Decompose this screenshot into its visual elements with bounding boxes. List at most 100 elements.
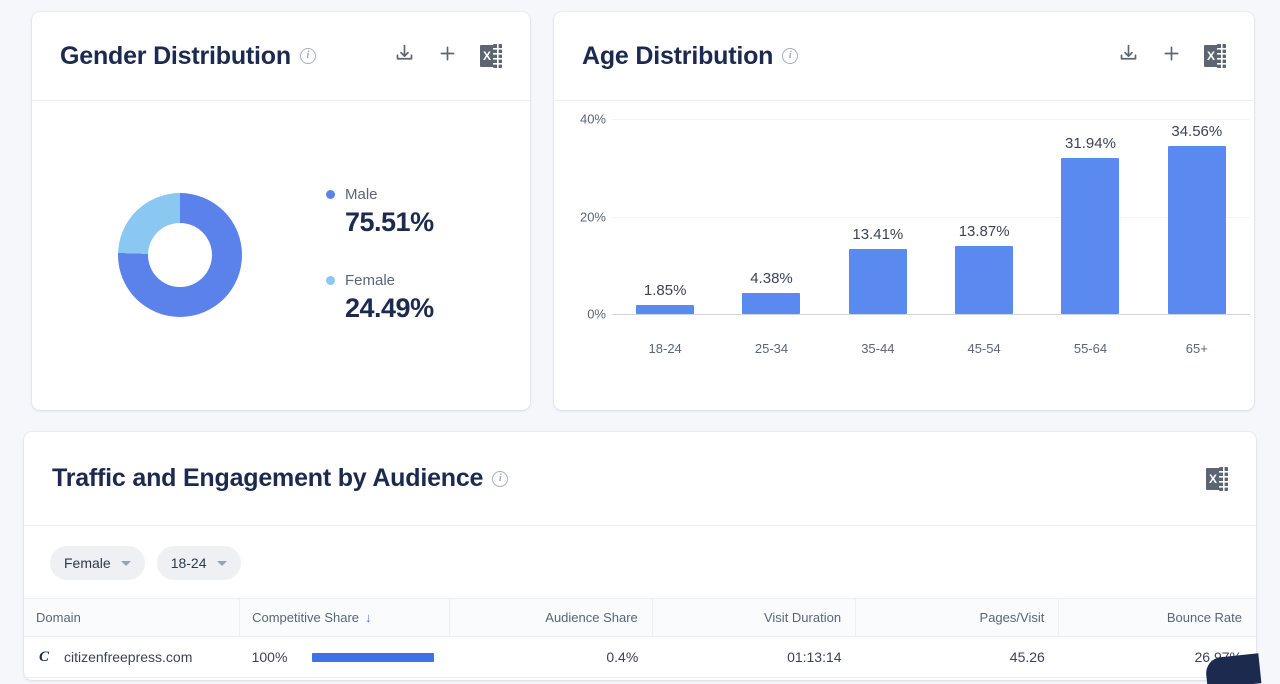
excel-export-icon[interactable]: X bbox=[480, 44, 502, 68]
competitive-share-value: 100% bbox=[252, 649, 294, 665]
column-header-label: Competitive Share bbox=[252, 610, 359, 625]
excel-x-glyph: X bbox=[1206, 468, 1220, 490]
legend-value-male: 75.51% bbox=[345, 207, 434, 238]
bar-column: 31.94% bbox=[1037, 119, 1143, 314]
gender-chart-body: Male 75.51% Female 24.49% bbox=[32, 101, 530, 409]
bar-column: 34.56% bbox=[1144, 119, 1250, 314]
bar[interactable] bbox=[636, 305, 694, 314]
sort-descending-icon[interactable]: ↓ bbox=[365, 610, 372, 625]
dashboard-page: Gender Distribution i X bbox=[0, 0, 1280, 684]
chevron-down-icon bbox=[217, 561, 227, 566]
bar-value-label: 34.56% bbox=[1171, 123, 1222, 140]
plus-icon[interactable] bbox=[1161, 43, 1182, 69]
favicon-icon: C bbox=[36, 649, 52, 665]
traffic-card-actions: X bbox=[1206, 467, 1228, 491]
column-header-bounce_rate[interactable]: Bounce Rate bbox=[1059, 599, 1256, 637]
y-axis-tick: 40% bbox=[560, 112, 606, 127]
bar-column: 13.87% bbox=[931, 119, 1037, 314]
column-header-label: Audience Share bbox=[545, 610, 638, 625]
x-axis-tick: 25-34 bbox=[718, 341, 824, 356]
x-axis-tick: 45-54 bbox=[931, 341, 1037, 356]
column-header-pages_visit[interactable]: Pages/Visit bbox=[856, 599, 1059, 637]
x-axis-labels: 18-2425-3435-4445-5455-6465+ bbox=[612, 341, 1250, 356]
cell-domain: Ccitizenfreepress.com bbox=[24, 637, 240, 678]
gender-donut-chart bbox=[118, 193, 242, 317]
cell-pages-visit: 45.26 bbox=[856, 637, 1059, 678]
bar-value-label: 13.87% bbox=[959, 223, 1010, 240]
plus-icon[interactable] bbox=[437, 43, 458, 69]
column-header-label: Bounce Rate bbox=[1167, 610, 1242, 625]
x-axis-tick: 65+ bbox=[1144, 341, 1250, 356]
download-icon[interactable] bbox=[394, 43, 415, 69]
legend-item-female: Female bbox=[326, 272, 434, 289]
excel-x-glyph: X bbox=[480, 45, 494, 67]
x-axis-tick: 18-24 bbox=[612, 341, 718, 356]
age-card-title: Age Distribution bbox=[582, 42, 773, 71]
gender-distribution-card: Gender Distribution i X bbox=[32, 12, 530, 410]
bar[interactable] bbox=[1061, 158, 1119, 314]
gender-card-header: Gender Distribution i X bbox=[32, 12, 530, 101]
legend-item-male: Male bbox=[326, 186, 434, 203]
table-row[interactable]: Ccitizenfreepress.com100%0.4%01:13:1445.… bbox=[24, 637, 1256, 678]
bar-column: 1.85% bbox=[612, 119, 718, 314]
competitive-share-bar-fill bbox=[312, 653, 434, 662]
domain-link[interactable]: citizenfreepress.com bbox=[64, 649, 192, 665]
age-bar-chart: 0%20%40%1.85%4.38%13.41%13.87%31.94%34.5… bbox=[554, 101, 1254, 409]
legend-label-male: Male bbox=[345, 186, 378, 203]
traffic-card-header: Traffic and Engagement by Audience i X bbox=[24, 432, 1256, 526]
x-axis-tick: 35-44 bbox=[825, 341, 931, 356]
bar-value-label: 13.41% bbox=[852, 226, 903, 243]
excel-export-icon[interactable]: X bbox=[1206, 467, 1228, 491]
bar-column: 4.38% bbox=[718, 119, 824, 314]
download-icon[interactable] bbox=[1118, 43, 1139, 69]
bar-value-label: 4.38% bbox=[750, 270, 793, 287]
column-header-visit_duration[interactable]: Visit Duration bbox=[652, 599, 855, 637]
column-header-label: Visit Duration bbox=[764, 610, 841, 625]
age-filter[interactable]: 18-24 bbox=[157, 546, 241, 580]
traffic-card-title: Traffic and Engagement by Audience bbox=[52, 464, 483, 493]
column-header-label: Pages/Visit bbox=[980, 610, 1045, 625]
bar-series: 1.85% 4.38% 13.41% 13.87% 31.94% 34.56% bbox=[612, 119, 1250, 314]
traffic-table: Domain Competitive Share ↓ Audience Share Vi… bbox=[24, 598, 1256, 678]
traffic-table-head: Domain Competitive Share ↓ Audience Share Vi… bbox=[24, 599, 1256, 637]
x-axis-line bbox=[612, 314, 1250, 315]
bar[interactable] bbox=[742, 293, 800, 314]
age-chart-body: 0%20%40%1.85%4.38%13.41%13.87%31.94%34.5… bbox=[554, 101, 1254, 409]
column-header-domain[interactable]: Domain bbox=[24, 599, 240, 637]
competitive-share-cell: 100% bbox=[252, 649, 435, 665]
bar-column: 13.41% bbox=[825, 119, 931, 314]
legend-dot-female bbox=[326, 276, 335, 285]
info-icon[interactable]: i bbox=[492, 471, 508, 487]
excel-grid-glyph bbox=[1217, 44, 1226, 68]
column-header-audience_share[interactable]: Audience Share bbox=[449, 599, 652, 637]
legend-value-female: 24.49% bbox=[345, 293, 434, 324]
gender-card-actions: X bbox=[394, 43, 502, 69]
gender-legend: Male 75.51% Female 24.49% bbox=[326, 186, 434, 324]
audience-filters: Female 18-24 bbox=[24, 526, 1256, 580]
cell-visit-duration: 01:13:14 bbox=[652, 637, 855, 678]
column-header-competitive_share[interactable]: Competitive Share ↓ bbox=[240, 599, 449, 637]
filter-label: 18-24 bbox=[171, 555, 207, 571]
legend-label-female: Female bbox=[345, 272, 395, 289]
gender-card-title: Gender Distribution bbox=[60, 42, 291, 71]
donut-hole bbox=[148, 223, 212, 287]
filter-label: Female bbox=[64, 555, 111, 571]
legend-spacer bbox=[326, 238, 434, 272]
info-icon[interactable]: i bbox=[300, 48, 316, 64]
bar-value-label: 31.94% bbox=[1065, 135, 1116, 152]
gender-filter[interactable]: Female bbox=[50, 546, 145, 580]
bar[interactable] bbox=[955, 246, 1013, 314]
bar[interactable] bbox=[1168, 146, 1226, 314]
competitive-share-bar bbox=[312, 653, 434, 662]
x-axis-tick: 55-64 bbox=[1037, 341, 1143, 356]
age-distribution-card: Age Distribution i X bbox=[554, 12, 1254, 410]
y-axis-tick: 20% bbox=[560, 209, 606, 224]
table-header-row: Domain Competitive Share ↓ Audience Share Vi… bbox=[24, 599, 1256, 637]
info-icon[interactable]: i bbox=[782, 48, 798, 64]
excel-x-glyph: X bbox=[1204, 45, 1218, 67]
bar[interactable] bbox=[849, 249, 907, 314]
legend-dot-male bbox=[326, 190, 335, 199]
excel-export-icon[interactable]: X bbox=[1204, 44, 1226, 68]
chevron-down-icon bbox=[121, 561, 131, 566]
cell-competitive-share: 100% bbox=[240, 637, 449, 678]
